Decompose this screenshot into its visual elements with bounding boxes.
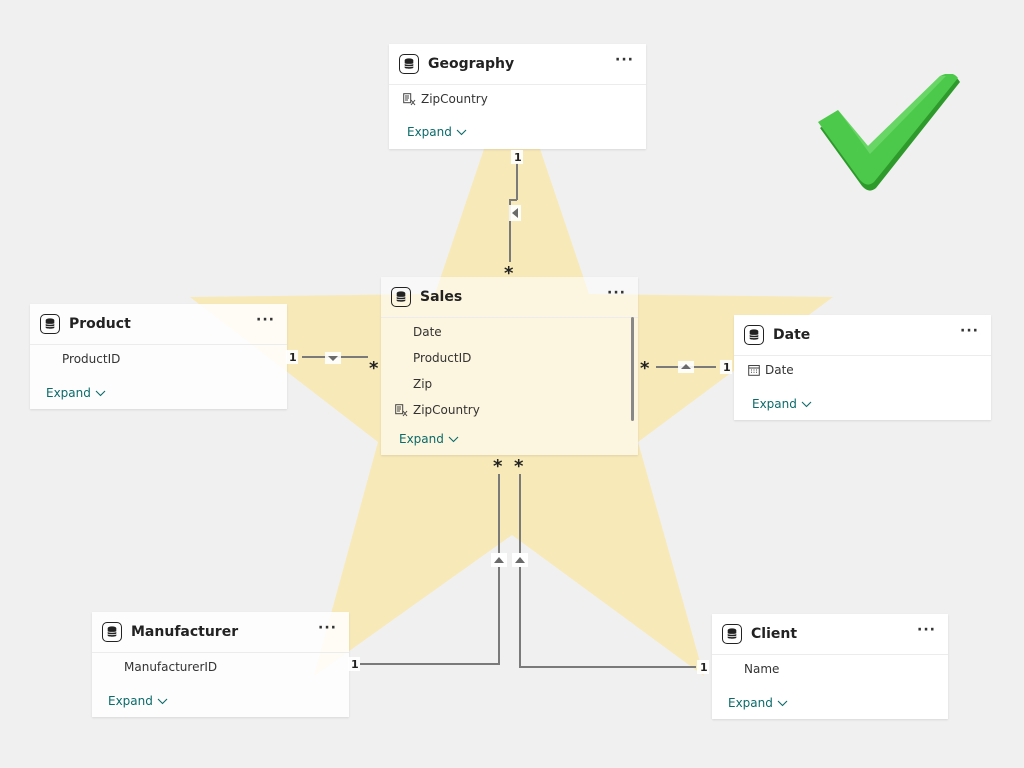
cardinality-one-label: 1	[700, 661, 708, 674]
filter-direction-icon	[491, 553, 507, 567]
checkmark-icon	[818, 74, 960, 191]
filter-direction-icon	[325, 352, 341, 364]
cardinality-many-label: *	[369, 358, 379, 379]
relationship-manufacturer-sales[interactable]	[360, 474, 500, 665]
relationship-client-sales[interactable]	[519, 474, 696, 668]
filter-direction-icon	[512, 553, 528, 567]
cardinality-one-label: 1	[723, 361, 731, 374]
cardinality-one-label: 1	[514, 151, 522, 164]
cardinality-one-label: 1	[289, 351, 297, 364]
filter-direction-icon	[678, 361, 694, 373]
filter-direction-icon	[509, 205, 521, 221]
cardinality-one-label: 1	[351, 658, 359, 671]
cardinality-many-label: *	[504, 263, 514, 284]
cardinality-many-label: *	[514, 456, 524, 477]
model-diagram-canvas: Geography ··· ZipCountry Expand Sales ··…	[0, 0, 1024, 768]
cardinality-many-label: *	[493, 456, 503, 477]
cardinality-many-label: *	[640, 358, 650, 379]
